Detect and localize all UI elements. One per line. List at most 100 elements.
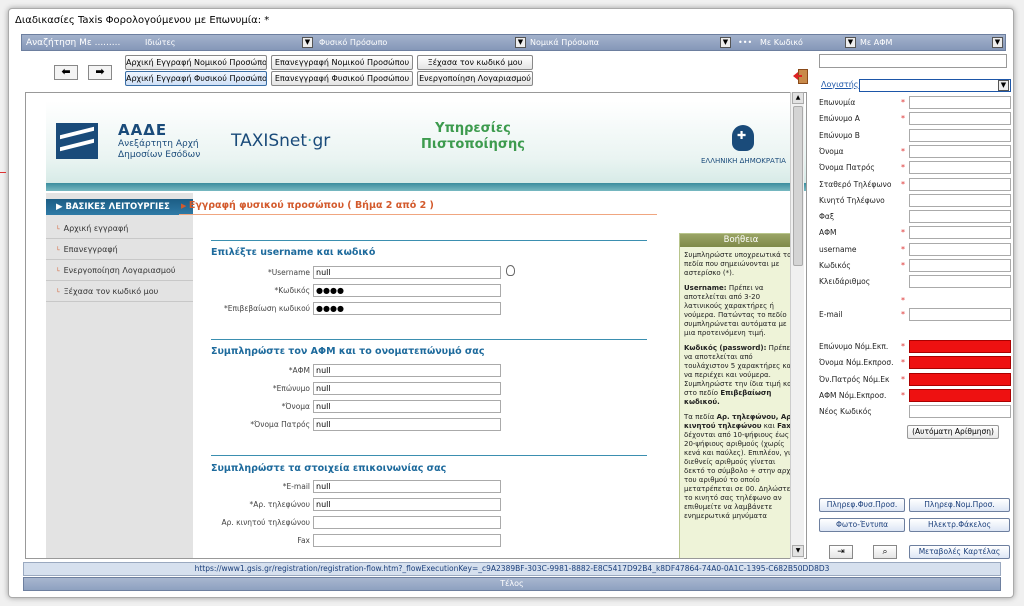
required-star: * [901, 375, 905, 384]
help-text: και [761, 422, 778, 430]
taxisnet-prefix: TAXISnet [231, 131, 308, 151]
sidebar-item-initial-registration[interactable]: Αρχική εγγραφή [46, 219, 193, 239]
forward-arrow-icon[interactable]: ➡ [88, 65, 112, 80]
legal-field-label: Νέος Κωδικός [819, 407, 872, 416]
right-field-input[interactable] [909, 161, 1011, 174]
email-input[interactable]: null [313, 480, 501, 493]
sidebar-item-forgot-password[interactable]: Ξέχασα τον κωδικό μου [46, 282, 193, 302]
natural-person-info-button[interactable]: Πληρεφ.Φυσ.Προσ. [819, 498, 905, 512]
required-star: * [901, 342, 905, 351]
right-field-input[interactable] [909, 178, 1011, 191]
right-field-label: Επώνυμο Α [819, 114, 860, 123]
right-field-input[interactable] [909, 129, 1011, 142]
right-field-label: ΑΦΜ [819, 228, 837, 237]
field-label: *Επιβεβαίωση κωδικού [224, 304, 310, 313]
scroll-thumb[interactable] [793, 106, 803, 266]
right-field-input[interactable] [909, 96, 1011, 109]
gov-label: ΕΛΛΗΝΙΚΗ ΔΗΜΟΚΡΑΤΙΑ [701, 157, 786, 165]
legal-field-input[interactable] [909, 405, 1011, 418]
right-field-input[interactable] [909, 145, 1011, 158]
username-input[interactable]: null [313, 266, 501, 279]
field-label: Fax [297, 536, 310, 545]
help-heading: Βοήθεια [680, 234, 802, 247]
accountant-select[interactable]: ▼ [859, 79, 1011, 92]
taxisnet-suffix: gr [312, 131, 331, 151]
legal-field-input[interactable] [909, 373, 1011, 386]
exit-icon[interactable] [792, 68, 809, 85]
right-field-input[interactable] [909, 194, 1011, 207]
photo-forms-button[interactable]: Φωτο-Έντυπα [819, 518, 905, 532]
app-window: Διαδικασίες Taxis Φορολογούμενου με Επων… [8, 8, 1014, 598]
scroll-up-icon[interactable]: ▲ [792, 92, 804, 104]
greek-crest-icon [732, 125, 754, 151]
legal-field-input[interactable] [909, 340, 1011, 353]
natural-reregistration-button[interactable]: Επανεγγραφή Φυσικού Προσώπου [271, 71, 413, 86]
surname-input[interactable]: null [313, 382, 501, 395]
electronic-folder-button[interactable]: Ηλεκτρ.Φάκελος [909, 518, 1010, 532]
auto-number-button[interactable]: (Αυτόματη Αρίθμηση) [907, 425, 999, 439]
right-field-input[interactable] [909, 259, 1011, 272]
initial-legal-registration-button[interactable]: Αρχική Εγγραφή Νομικού Προσώπου [125, 55, 267, 70]
mobile-input[interactable] [313, 516, 501, 529]
initial-natural-registration-button[interactable]: Αρχική Εγγραφή Φυσικού Προσώπου [125, 71, 267, 86]
chevron-down-icon[interactable]: ▼ [992, 37, 1003, 48]
search-filter-bar: Αναζήτηση Με ......... Ιδιώτες ▼ Φυσικό … [21, 34, 1006, 51]
help-bold: Username: [684, 284, 727, 292]
filter-individuals[interactable]: Ιδιώτες [145, 36, 176, 50]
chevron-down-icon[interactable]: ▼ [302, 37, 313, 48]
divider [211, 339, 647, 340]
required-star: * [901, 358, 905, 367]
email-field[interactable] [909, 308, 1011, 321]
right-field-input[interactable] [909, 112, 1011, 125]
password-confirm-input[interactable]: ●●●● [313, 302, 501, 315]
right-field-input[interactable] [909, 275, 1011, 288]
activate-account-button[interactable]: Ενεργοποίηση Λογαριασμού [417, 71, 533, 86]
scroll-down-icon[interactable]: ▼ [792, 545, 804, 557]
password-input[interactable]: ●●●● [313, 284, 501, 297]
legal-field-input[interactable] [909, 389, 1011, 402]
card-changes-button[interactable]: Μεταβολές Καρτέλας [909, 545, 1010, 559]
firstname-input[interactable]: null [313, 400, 501, 413]
phone-input[interactable]: null [313, 498, 501, 511]
chevron-down-icon[interactable]: ▼ [720, 37, 731, 48]
search-label: Αναζήτηση Με ......... [26, 38, 121, 48]
back-arrow-icon[interactable]: ⬅ [54, 65, 78, 80]
lightbulb-icon[interactable] [506, 265, 515, 276]
section-title-identity: Συμπληρώστε τον ΑΦΜ και το ονοματεπώνυμό… [211, 346, 485, 357]
legal-person-info-button[interactable]: Πληρεφ.Νομ.Προσ. [909, 498, 1010, 512]
afm-input[interactable]: null [313, 364, 501, 377]
section-title-credentials: Επιλέξτε username και κωδικό [211, 247, 376, 258]
filter-natural-person[interactable]: Φυσικό Πρόσωπο [319, 36, 387, 50]
forgot-password-button[interactable]: Ξέχασα τον κωδικό μου [417, 55, 533, 70]
required-star: * [901, 163, 905, 172]
chevron-down-icon[interactable]: ▼ [845, 37, 856, 48]
vertical-scrollbar[interactable]: ▲ ▼ [790, 92, 804, 559]
field-label: *Username [268, 268, 310, 277]
divider [211, 455, 647, 456]
legal-reregistration-button[interactable]: Επανεγγραφή Νομικού Προσώπου [271, 55, 413, 70]
filter-legal-persons[interactable]: Νομικά Πρόσωπα [530, 36, 599, 50]
field-label: *Όνομα Πατρός [250, 420, 310, 429]
accountant-link[interactable]: Λογιστής [821, 80, 858, 89]
right-field-input[interactable] [909, 226, 1011, 239]
end-button[interactable]: Τέλος [23, 577, 1001, 591]
add-record-icon[interactable]: ⇥ [829, 545, 853, 559]
chevron-down-icon[interactable]: ▼ [515, 37, 526, 48]
required-star: * [901, 147, 905, 156]
right-field-input[interactable] [909, 210, 1011, 223]
quick-search-input[interactable] [819, 54, 1007, 68]
filter-by-code[interactable]: Με Κωδικό [760, 36, 803, 50]
required-star: * [901, 391, 905, 400]
fax-input[interactable] [313, 534, 501, 547]
filter-by-afm[interactable]: Με ΑΦΜ [860, 36, 892, 50]
binoculars-icon[interactable]: ⌕ [873, 545, 897, 559]
father-name-input[interactable]: null [313, 418, 501, 431]
legal-field-input[interactable] [909, 356, 1011, 369]
right-field-label: Επώνυμο Β [819, 131, 860, 140]
chevron-down-icon[interactable]: ▼ [998, 80, 1009, 91]
field-label: *E-mail [282, 482, 310, 491]
sidebar-item-activate-account[interactable]: Ενεργοποίηση Λογαριασμού [46, 261, 193, 281]
right-field-input[interactable] [909, 243, 1011, 256]
sidebar-item-reregistration[interactable]: Επανεγγραφή [46, 240, 193, 260]
step-title: Εγγραφή φυσικού προσώπου ( Βήμα 2 από 2 … [181, 200, 434, 211]
